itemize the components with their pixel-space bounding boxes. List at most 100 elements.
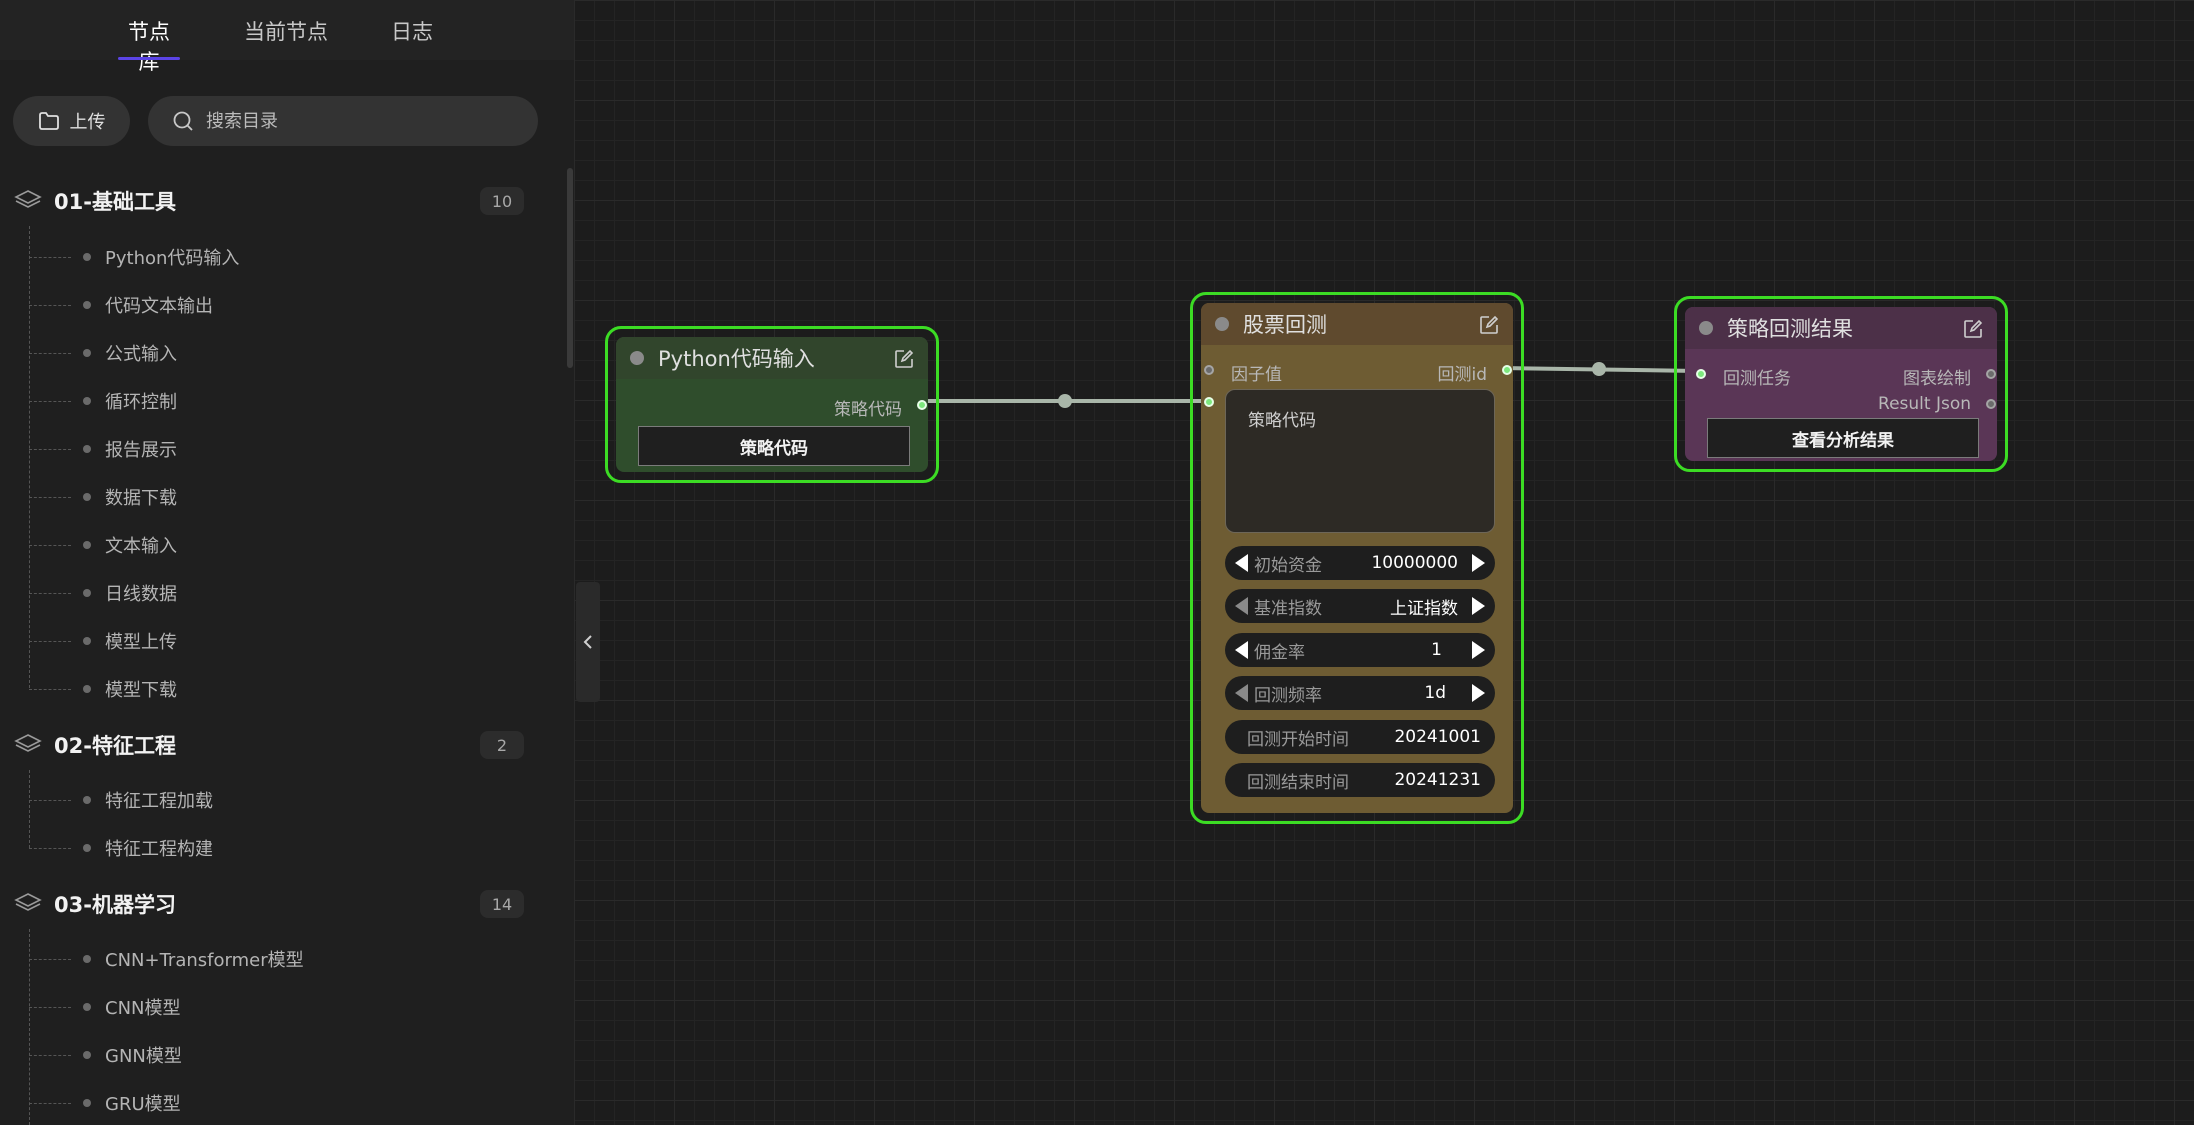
decrement-arrow-icon[interactable] <box>1235 554 1248 572</box>
list-item-label: 文本输入 <box>105 536 177 557</box>
widget-backtest-end-date[interactable]: 回测结束时间 20241231 <box>1225 763 1495 797</box>
output-port-chart[interactable] <box>1986 369 1996 379</box>
input-port-task[interactable] <box>1696 369 1706 379</box>
node-python-input[interactable]: Python代码输入 策略代码 策略代码 <box>605 326 939 483</box>
list-item-label: GNN模型 <box>105 1046 182 1067</box>
list-item[interactable]: 代码文本输出 <box>29 285 519 325</box>
list-item-label: 特征工程加载 <box>105 791 213 812</box>
list-item-label: CNN+Transformer模型 <box>105 950 304 971</box>
widget-value: 上证指数 <box>1390 598 1458 619</box>
widget-value: 20241001 <box>1394 727 1481 747</box>
tab-log[interactable]: 日志 <box>390 16 434 60</box>
widget-value: 20241231 <box>1394 770 1481 790</box>
list-item-label: Python代码输入 <box>105 248 240 269</box>
list-item[interactable]: 日线数据 <box>29 573 519 613</box>
node-stock-backtest[interactable]: 股票回测 因子值 回测id 策略代码 初始资金 10000000 基准指数 上证… <box>1190 292 1524 824</box>
list-item[interactable]: 模型下载 <box>29 669 519 709</box>
input-port-factor[interactable] <box>1204 365 1214 375</box>
node-library-sidebar: 节点库 当前节点 日志 上传 01-基础工具 10 Python代码输入 代码文… <box>0 0 574 1125</box>
output-port-label: Result Json <box>1878 394 1971 414</box>
node-title: 策略回测结果 <box>1727 317 1853 341</box>
category-count-badge: 2 <box>480 731 524 759</box>
search-input[interactable] <box>204 109 508 133</box>
widget-value: 1 <box>1431 640 1442 660</box>
output-port-json[interactable] <box>1986 399 1996 409</box>
output-port-label: 图表绘制 <box>1903 369 1971 389</box>
sidebar-scrollbar[interactable] <box>567 168 573 368</box>
node-title-bar[interactable]: 股票回测 <box>1201 303 1513 345</box>
list-item-label: 模型上传 <box>105 632 177 653</box>
layers-icon <box>14 190 42 208</box>
node-status-dot <box>630 351 644 365</box>
node-status-dot <box>1699 321 1713 335</box>
node-title-bar[interactable]: Python代码输入 <box>616 337 928 379</box>
folder-icon <box>38 112 59 130</box>
category-feature-engineering[interactable]: 02-特征工程 2 <box>14 725 524 765</box>
increment-arrow-icon[interactable] <box>1472 641 1485 659</box>
upload-button[interactable]: 上传 <box>13 96 130 146</box>
list-item[interactable]: GNN模型 <box>29 1035 519 1075</box>
previous-option-arrow-icon[interactable] <box>1235 684 1248 702</box>
widget-initial-capital[interactable]: 初始资金 10000000 <box>1225 546 1495 580</box>
list-item-label: 报告展示 <box>105 440 177 461</box>
category-title: 02-特征工程 <box>54 734 176 758</box>
list-item[interactable]: Python代码输入 <box>29 237 519 277</box>
next-option-arrow-icon[interactable] <box>1472 684 1485 702</box>
edit-icon[interactable] <box>894 349 914 369</box>
widget-backtest-start-date[interactable]: 回测开始时间 20241001 <box>1225 720 1495 754</box>
list-item-label: 代码文本输出 <box>105 296 213 317</box>
increment-arrow-icon[interactable] <box>1472 554 1485 572</box>
output-port[interactable] <box>917 400 927 410</box>
widget-commission-rate[interactable]: 佣金率 1 <box>1225 633 1495 667</box>
list-item[interactable]: 文本输入 <box>29 525 519 565</box>
tab-node-library[interactable]: 节点库 <box>118 16 180 74</box>
search-box <box>148 96 538 146</box>
list-item-label: 数据下载 <box>105 488 177 509</box>
tab-current-node[interactable]: 当前节点 <box>244 16 328 60</box>
layers-icon <box>14 893 42 911</box>
widget-label: 基准指数 <box>1254 598 1322 619</box>
list-item[interactable]: CNN模型 <box>29 987 519 1027</box>
list-item[interactable]: GRU模型 <box>29 1083 519 1123</box>
list-item[interactable]: 公式输入 <box>29 333 519 373</box>
node-code-button[interactable]: 策略代码 <box>638 426 910 466</box>
node-title: Python代码输入 <box>658 347 815 371</box>
search-icon <box>173 111 193 131</box>
list-item[interactable]: 报告展示 <box>29 429 519 469</box>
layers-icon <box>14 734 42 752</box>
output-port[interactable] <box>1502 365 1512 375</box>
category-machine-learning[interactable]: 03-机器学习 14 <box>14 884 524 924</box>
previous-option-arrow-icon[interactable] <box>1235 597 1248 615</box>
decrement-arrow-icon[interactable] <box>1235 641 1248 659</box>
category-basic-tools[interactable]: 01-基础工具 10 <box>14 181 524 221</box>
widget-value: 10000000 <box>1371 553 1458 573</box>
list-item-label: 模型下载 <box>105 680 177 701</box>
view-analysis-button[interactable]: 查看分析结果 <box>1707 418 1979 458</box>
node-body: Python代码输入 策略代码 策略代码 <box>616 337 928 472</box>
input-port-label: 因子值 <box>1231 365 1282 385</box>
node-strategy-result[interactable]: 策略回测结果 回测任务 图表绘制 Result Json 查看分析结果 <box>1674 296 2008 472</box>
sidebar-collapse-button[interactable] <box>576 582 600 702</box>
category-count-badge: 10 <box>480 187 524 215</box>
node-title-bar[interactable]: 策略回测结果 <box>1685 307 1997 349</box>
strategy-code-textarea[interactable]: 策略代码 <box>1225 389 1495 533</box>
widget-label: 回测结束时间 <box>1247 772 1349 793</box>
list-item-label: 特征工程构建 <box>105 839 213 860</box>
list-item[interactable]: 特征工程构建 <box>29 828 519 868</box>
list-item[interactable]: CNN+Transformer模型 <box>29 939 519 979</box>
edit-icon[interactable] <box>1479 315 1499 335</box>
list-item-label: 公式输入 <box>105 344 177 365</box>
list-item[interactable]: 特征工程加载 <box>29 780 519 820</box>
chevron-left-icon <box>583 635 592 649</box>
widget-label: 回测开始时间 <box>1247 729 1349 750</box>
list-item[interactable]: 数据下载 <box>29 477 519 517</box>
next-option-arrow-icon[interactable] <box>1472 597 1485 615</box>
widget-benchmark-index[interactable]: 基准指数 上证指数 <box>1225 589 1495 623</box>
widget-backtest-frequency[interactable]: 回测频率 1d <box>1225 676 1495 710</box>
node-body: 股票回测 因子值 回测id 策略代码 初始资金 10000000 基准指数 上证… <box>1201 303 1513 813</box>
list-item[interactable]: 模型上传 <box>29 621 519 661</box>
category-count-badge: 14 <box>480 890 524 918</box>
input-port-code[interactable] <box>1204 397 1214 407</box>
list-item[interactable]: 循环控制 <box>29 381 519 421</box>
edit-icon[interactable] <box>1963 319 1983 339</box>
